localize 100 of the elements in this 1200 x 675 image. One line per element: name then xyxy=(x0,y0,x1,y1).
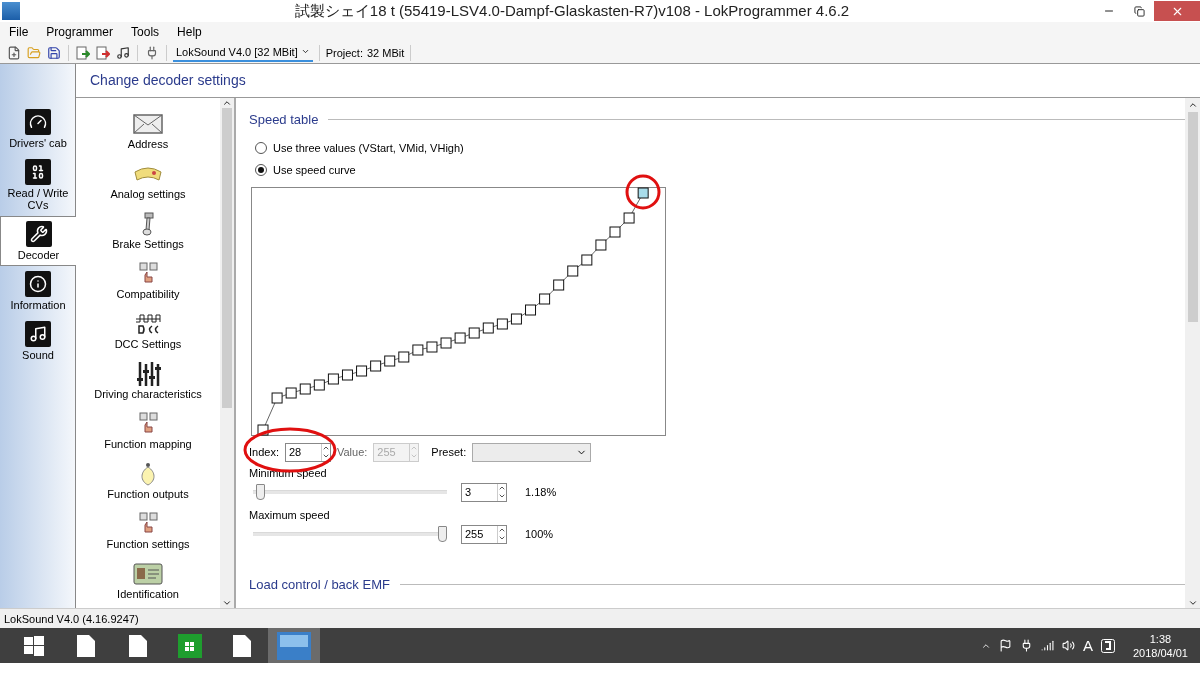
percent-text: 100% xyxy=(525,528,554,540)
input-method-indicator[interactable]: A xyxy=(1082,637,1093,654)
settings-item[interactable]: Function outputs xyxy=(107,456,189,506)
binary-icon xyxy=(25,159,51,185)
slider-thumb[interactable] xyxy=(438,526,447,542)
curve-point[interactable] xyxy=(539,293,551,305)
curve-point[interactable] xyxy=(567,265,579,277)
index-spinbox[interactable]: 28 xyxy=(284,442,331,462)
curve-point[interactable] xyxy=(356,365,368,377)
new-file-icon[interactable] xyxy=(6,44,22,61)
curve-point[interactable] xyxy=(440,337,452,349)
curve-point[interactable] xyxy=(370,360,382,372)
radio-label: Use three values (VStart, VMid, VHigh) xyxy=(273,142,464,154)
curve-point[interactable] xyxy=(271,392,283,404)
curve-point[interactable] xyxy=(384,355,396,367)
spin-up-icon[interactable] xyxy=(498,526,506,534)
settings-item[interactable]: DCC Settings xyxy=(114,306,182,356)
settings-item[interactable]: Identification xyxy=(117,556,179,606)
envelope-icon xyxy=(132,112,164,136)
ime-icon[interactable] xyxy=(1100,638,1115,653)
nav-tab[interactable]: Read / Write CVs xyxy=(0,154,75,216)
scrollbar[interactable] xyxy=(220,98,234,608)
speed-spinbox[interactable]: 255 xyxy=(461,524,507,544)
import-icon[interactable] xyxy=(75,44,91,61)
curve-point[interactable] xyxy=(327,373,339,385)
annotation-circle xyxy=(625,174,661,210)
curve-point[interactable] xyxy=(412,344,424,356)
settings-item[interactable]: Driving characteristics xyxy=(94,356,202,406)
save-icon[interactable] xyxy=(46,44,62,61)
music-icon xyxy=(25,321,51,347)
curve-point[interactable] xyxy=(525,304,536,316)
curve-point[interactable] xyxy=(595,239,607,251)
sound-export-icon[interactable] xyxy=(115,44,131,61)
curve-point[interactable] xyxy=(482,322,494,334)
curve-point[interactable] xyxy=(285,387,297,399)
curve-point[interactable] xyxy=(623,212,635,224)
scroll-down-icon[interactable] xyxy=(1187,598,1198,608)
nav-tab[interactable]: Sound xyxy=(0,316,75,366)
settings-item[interactable]: Address xyxy=(127,106,169,156)
page-title: Change decoder settings xyxy=(76,64,1200,98)
wrench-icon xyxy=(25,221,52,247)
settings-item[interactable]: Function mapping xyxy=(104,406,192,456)
curve-point[interactable] xyxy=(454,332,466,344)
spin-down-icon[interactable] xyxy=(321,452,330,460)
scroll-up-icon[interactable] xyxy=(1187,100,1198,110)
curve-point[interactable] xyxy=(496,318,508,330)
gauge-icon xyxy=(25,109,51,135)
curve-point[interactable] xyxy=(398,351,410,363)
radio-button[interactable] xyxy=(255,164,267,176)
signal-icon[interactable] xyxy=(1040,639,1054,652)
slider-label: Maximum speed xyxy=(249,509,330,521)
decoder-dropdown[interactable]: LokSound V4.0 [32 MBit] xyxy=(173,43,313,62)
radio-button[interactable] xyxy=(255,142,267,154)
curve-point[interactable] xyxy=(299,383,311,395)
scroll-up-icon[interactable] xyxy=(222,98,232,108)
nav-tab[interactable]: Drivers' cab xyxy=(0,104,75,154)
caret-icon xyxy=(300,47,310,56)
flag-icon[interactable] xyxy=(998,639,1012,652)
curve-point[interactable] xyxy=(426,341,438,353)
scroll-down-icon[interactable] xyxy=(222,598,232,608)
spin-up-icon[interactable] xyxy=(498,484,506,492)
spin-down-icon[interactable] xyxy=(498,534,506,542)
speed-spinbox[interactable]: 3 xyxy=(461,482,507,502)
value-label: Value: xyxy=(336,446,368,458)
spin-up-icon[interactable] xyxy=(321,444,330,452)
percent-text: 1.18% xyxy=(525,486,557,498)
clock[interactable]: 1:38 2018/04/01 xyxy=(1132,631,1188,660)
menu-item[interactable]: Tools xyxy=(125,25,172,39)
settings-item[interactable]: Function settings xyxy=(106,506,190,556)
menu-item[interactable]: Help xyxy=(171,25,214,39)
curve-point[interactable] xyxy=(581,254,593,266)
curve-point[interactable] xyxy=(609,226,621,238)
menu-item[interactable]: File xyxy=(3,25,41,39)
volume-icon[interactable] xyxy=(1061,639,1075,652)
nav-tab[interactable]: Information xyxy=(0,266,75,316)
project-label: Project: xyxy=(325,46,363,59)
menu-item[interactable]: Programmer xyxy=(40,25,126,39)
curve-point[interactable] xyxy=(342,369,353,381)
restore-icon xyxy=(1133,5,1145,17)
curve-point[interactable] xyxy=(553,279,565,291)
nav-tab[interactable]: Decoder xyxy=(0,216,76,266)
settings-item[interactable]: Compatibility xyxy=(116,256,180,306)
curve-point[interactable] xyxy=(257,424,269,436)
curve-point[interactable] xyxy=(468,327,480,339)
export-icon[interactable] xyxy=(95,44,111,61)
curve-point[interactable] xyxy=(313,379,325,391)
preset-label: Preset: xyxy=(431,446,467,458)
section-title: Load control / back EMF xyxy=(249,577,390,592)
id-card-icon xyxy=(132,562,164,586)
window-title: 試製シェイ18 t (55419-LSV4.0-Dampf-Glaskasten-R7)v108 - LokProgrammer 4.6.2 xyxy=(293,1,851,21)
spin-down-icon[interactable] xyxy=(498,492,506,500)
scrollbar[interactable] xyxy=(1185,98,1200,608)
status-bar: LokSound V4.0 (4.16.9247) xyxy=(0,608,1200,628)
project-size: 32 MBit xyxy=(367,46,405,59)
settings-item[interactable]: Analog settings xyxy=(110,156,186,206)
slider-thumb[interactable] xyxy=(255,484,265,500)
info-icon xyxy=(25,271,51,297)
settings-item[interactable]: Brake Settings xyxy=(112,206,184,256)
curve-point[interactable] xyxy=(510,313,522,325)
app-logo-icon xyxy=(2,2,20,20)
